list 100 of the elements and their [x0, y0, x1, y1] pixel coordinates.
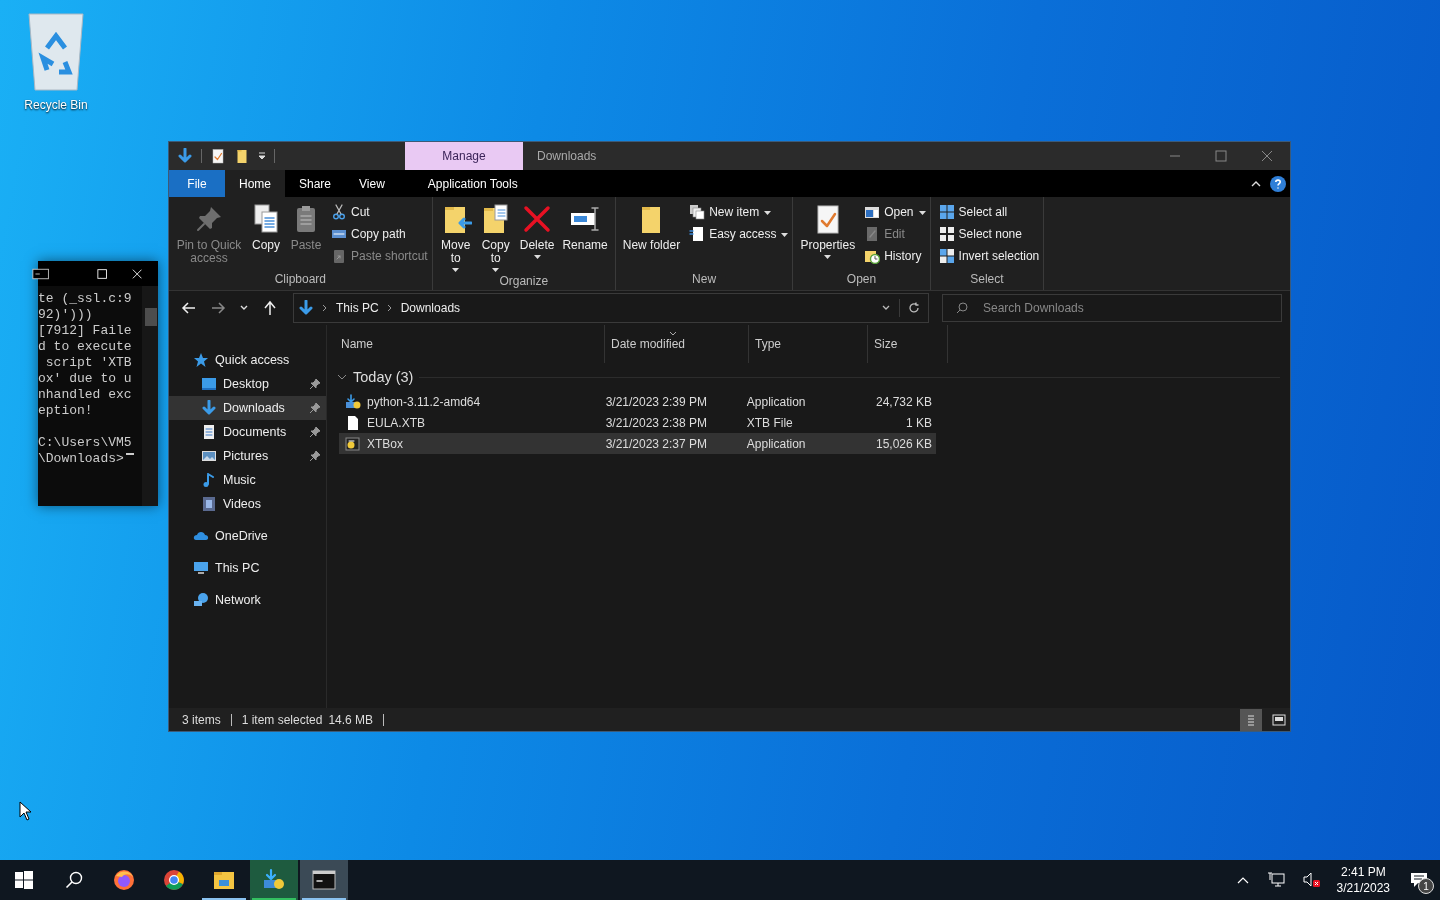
text-cursor: [126, 453, 134, 455]
ribbon-button[interactable]: Open: [864, 204, 926, 220]
table-cell-text: Application: [745, 394, 807, 409]
file-row[interactable]: EULA.XTB 3/21/2023 2:38 PM XTB File 1 KB: [339, 412, 936, 433]
ribbon-button[interactable]: Properties: [797, 201, 859, 272]
download-icon: [298, 300, 314, 316]
installer-icon: [345, 393, 361, 410]
group-header[interactable]: Today (3): [353, 369, 414, 385]
file-row[interactable]: python-3.11.2-amd64 3/21/2023 2:39 PM Application 24,732 KB: [339, 391, 936, 412]
column-header[interactable]: Date modified: [605, 325, 749, 363]
chevron-up-icon[interactable]: [1236, 876, 1249, 884]
installer-icon: [262, 868, 286, 892]
table-cell-text: 3/21/2023 2:38 PM: [604, 415, 709, 430]
music-icon: [201, 472, 217, 488]
nav-item[interactable]: Documents: [169, 420, 326, 444]
chrome-icon: [162, 868, 186, 892]
ribbon-button[interactable]: Select none: [938, 226, 1040, 242]
app-icon: [345, 435, 361, 452]
ribbon-tab[interactable]: File: [169, 170, 225, 197]
ribbon-button[interactable]: Delete: [516, 201, 558, 274]
dropdown-icon[interactable]: [258, 152, 266, 160]
group-label: Clipboard: [274, 272, 327, 286]
ribbon-button[interactable]: Copy: [247, 201, 285, 272]
console-line: \Downloads>: [38, 451, 124, 467]
nav-item[interactable]: Pictures: [169, 444, 326, 468]
ribbon-tab[interactable]: Application Tools: [413, 170, 532, 197]
ribbon-button[interactable]: Invert selection: [938, 248, 1040, 264]
large-icons-view-icon: [1272, 713, 1286, 726]
ribbon-tab[interactable]: Share: [285, 170, 346, 197]
up-icon[interactable]: [262, 300, 278, 316]
file-icon: [345, 414, 361, 431]
ribbon-tab[interactable]: View: [345, 170, 399, 197]
file-name: EULA.XTB: [367, 415, 426, 430]
column-header[interactable]: Type: [749, 325, 868, 363]
console-line: [7912] Faile: [38, 323, 132, 339]
download-icon: [177, 148, 193, 164]
group-label: Select: [970, 272, 1004, 286]
help-icon[interactable]: [1270, 175, 1286, 192]
ribbon-button[interactable]: Copy path: [331, 226, 428, 242]
search-icon: [65, 871, 83, 889]
taskbar-app[interactable]: [300, 860, 348, 900]
console-line: ox' due to u: [38, 371, 132, 387]
clock-time[interactable]: 2:41 PM: [1340, 864, 1386, 880]
chevron-icon: [386, 304, 393, 312]
network-icon: [193, 592, 209, 608]
nav-item[interactable]: Network: [169, 588, 326, 612]
nav-item[interactable]: Videos: [169, 492, 326, 516]
ribbon-button[interactable]: Easy access: [689, 226, 789, 242]
breadcrumb[interactable]: This PC: [336, 301, 379, 315]
grid-icon: [938, 226, 955, 242]
column-header[interactable]: Name: [335, 325, 605, 363]
search-field[interactable]: Search Downloads: [942, 294, 1282, 322]
chevron-icon[interactable]: [337, 372, 347, 382]
page-check-icon: [210, 148, 226, 164]
ribbon-button[interactable]: Cut: [331, 204, 428, 220]
nav-item[interactable]: Quick access: [169, 348, 326, 372]
breadcrumb[interactable]: Downloads: [400, 301, 461, 315]
group-label: New: [692, 272, 717, 286]
refresh-icon[interactable]: [908, 302, 920, 314]
table-cell-text: 3/21/2023 2:37 PM: [604, 436, 709, 451]
firefox-icon: [112, 868, 136, 892]
nav-item[interactable]: Downloads: [169, 396, 326, 420]
file-row[interactable]: XTBox 3/21/2023 2:37 PM Application 15,026 KB: [339, 433, 936, 454]
forward-icon[interactable]: [210, 300, 226, 316]
clipboard-icon: [331, 248, 347, 264]
grid-icon: [938, 248, 955, 264]
ribbon-button[interactable]: History: [864, 248, 926, 264]
close-icon[interactable]: [131, 267, 142, 280]
window-icon: [864, 204, 881, 220]
volume-muted-icon[interactable]: [1302, 872, 1321, 888]
console-line: 92)'))): [38, 307, 93, 323]
status-text: 14.6 MB: [328, 712, 374, 727]
back-icon[interactable]: [181, 300, 197, 316]
ribbon-button[interactable]: Rename: [559, 201, 611, 274]
nav-item[interactable]: Desktop: [169, 372, 326, 396]
clock-date[interactable]: 3/21/2023: [1336, 880, 1390, 896]
ribbon-button[interactable]: Select all: [938, 204, 1040, 220]
star-icon: [193, 352, 209, 368]
console-line: C:\Users\VM5: [38, 435, 132, 451]
network-icon[interactable]: [1266, 872, 1285, 888]
scrollbar[interactable]: [142, 286, 158, 506]
download-icon: [201, 400, 217, 416]
nav-item[interactable]: This PC: [169, 556, 326, 580]
console-line: te (_ssl.c:9: [38, 291, 132, 307]
ribbon-button[interactable]: New folder: [619, 201, 684, 272]
ribbon-tab[interactable]: Home: [225, 170, 285, 197]
grid-icon: [938, 204, 955, 220]
ribbon-button[interactable]: Copy to: [476, 201, 515, 274]
maximize-icon[interactable]: [97, 267, 108, 280]
column-header[interactable]: Size: [868, 325, 948, 363]
address-bar[interactable]: This PC Downloads: [293, 293, 929, 323]
details-view-button[interactable]: [1240, 708, 1262, 731]
ribbon-button[interactable]: New item: [689, 204, 789, 220]
nav-item[interactable]: OneDrive: [169, 524, 326, 548]
ribbon-button[interactable]: Move to: [436, 201, 475, 274]
nav-item[interactable]: Music: [169, 468, 326, 492]
chevron-icon: [322, 304, 328, 312]
taskbar-app[interactable]: [250, 860, 298, 900]
desktop-icon: [201, 376, 217, 392]
windows-start-icon: [15, 871, 33, 889]
